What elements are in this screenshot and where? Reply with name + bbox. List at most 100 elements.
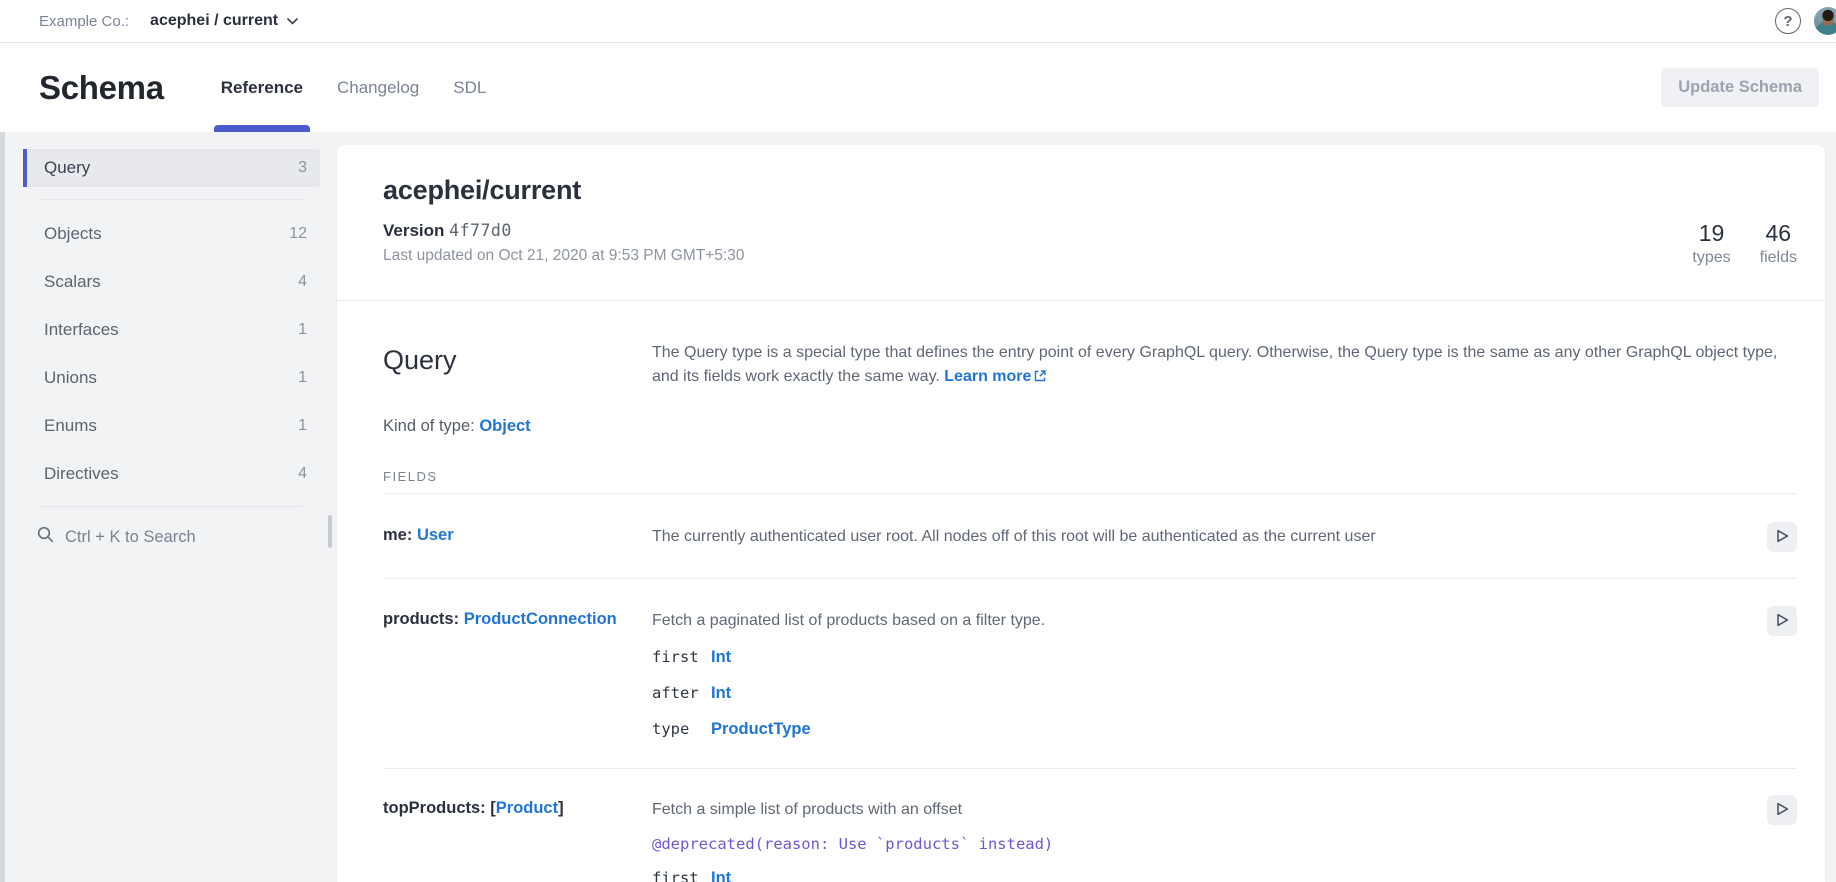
- sidebar-item-count: 4: [298, 273, 307, 291]
- query-type-section: Query The Query type is a special type t…: [337, 341, 1825, 882]
- stat-value: 46: [1760, 220, 1797, 247]
- sidebar-item-scalars[interactable]: Scalars 4: [23, 258, 320, 306]
- field-name: me:: [383, 526, 412, 544]
- field-name: products:: [383, 610, 459, 628]
- field-name: topProducts:: [383, 799, 486, 817]
- sidebar-item-count: 12: [289, 225, 307, 243]
- stat-label: fields: [1760, 249, 1797, 267]
- sidebar-item-count: 3: [298, 159, 307, 177]
- sidebar-item-label: Objects: [44, 224, 102, 244]
- sidebar-item-interfaces[interactable]: Interfaces 1: [23, 306, 320, 354]
- content-area: Query 3 Objects 12 Scalars 4 Interfaces …: [0, 132, 1836, 882]
- field-description: Fetch a paginated list of products based…: [652, 610, 1755, 632]
- field-body: Fetch a simple list of products with an …: [652, 799, 1755, 882]
- field-description: The currently authenticated user root. A…: [652, 526, 1755, 548]
- stat-types: 19 types: [1692, 220, 1730, 300]
- field-row-me: me: User The currently authenticated use…: [383, 494, 1797, 579]
- kind-value-link[interactable]: Object: [479, 417, 530, 435]
- type-head: Query The Query type is a special type t…: [383, 341, 1797, 390]
- argument-type-link[interactable]: Int: [711, 869, 731, 882]
- graph-title: acephei/current: [383, 175, 744, 206]
- field-name-cell: me: User: [383, 526, 652, 552]
- sidebar-item-label: Unions: [44, 368, 97, 388]
- field-name-cell: products: ProductConnection: [383, 610, 652, 739]
- argument-row: after Int: [652, 684, 1755, 703]
- version-row: Version 4f77d0: [383, 221, 744, 241]
- page-header: Schema Reference Changelog SDL Update Sc…: [0, 43, 1836, 132]
- sidebar-item-count: 4: [298, 465, 307, 483]
- user-avatar[interactable]: [1814, 7, 1836, 35]
- sidebar-item-label: Directives: [44, 464, 119, 484]
- argument-name: type: [652, 721, 711, 737]
- argument-row: first Int: [652, 869, 1755, 882]
- fields-section-label: FIELDS: [383, 469, 1797, 484]
- chevron-down-icon: [287, 12, 298, 30]
- sidebar-item-label: Query: [44, 158, 90, 178]
- field-name-cell: topProducts: [Product]: [383, 799, 652, 882]
- argument-name: after: [652, 685, 711, 701]
- stat-label: types: [1692, 249, 1730, 267]
- search-icon: [37, 526, 54, 548]
- scrollbar-thumb[interactable]: [328, 515, 332, 548]
- graph-selector-dropdown[interactable]: acephei / current: [150, 12, 298, 30]
- search-hint: Ctrl + K to Search: [65, 528, 196, 547]
- play-icon: [1776, 802, 1789, 819]
- sidebar-item-unions[interactable]: Unions 1: [23, 354, 320, 402]
- run-in-explorer-button[interactable]: [1767, 606, 1797, 636]
- sidebar-item-query[interactable]: Query 3: [23, 149, 320, 187]
- stat-fields: 46 fields: [1760, 220, 1797, 300]
- argument-name: first: [652, 870, 711, 882]
- field-type-link[interactable]: User: [417, 526, 454, 544]
- field-type-link[interactable]: ProductConnection: [464, 610, 617, 628]
- sidebar-item-directives[interactable]: Directives 4: [23, 450, 320, 498]
- sidebar-item-label: Interfaces: [44, 320, 119, 340]
- sidebar-item-objects[interactable]: Objects 12: [23, 210, 320, 258]
- field-description: Fetch a simple list of products with an …: [652, 799, 1755, 821]
- play-icon: [1776, 613, 1789, 630]
- argument-type-link[interactable]: Int: [711, 648, 731, 667]
- top-bar: Example Co.: acephei / current ?: [0, 0, 1836, 43]
- sidebar-divider: [40, 506, 303, 507]
- type-name: Query: [383, 345, 652, 376]
- tab-sdl[interactable]: SDL: [436, 43, 503, 132]
- help-icon[interactable]: ?: [1775, 8, 1801, 34]
- schema-search[interactable]: Ctrl + K to Search: [37, 526, 320, 548]
- last-updated-text: Last updated on Oct 21, 2020 at 9:53 PM …: [383, 247, 744, 265]
- kind-label: Kind of type:: [383, 417, 475, 435]
- schema-reference-card: acephei/current Version 4f77d0 Last upda…: [337, 145, 1825, 882]
- external-link-icon: [1034, 366, 1046, 390]
- tab-bar: Reference Changelog SDL: [204, 43, 504, 132]
- field-body: The currently authenticated user root. A…: [652, 526, 1755, 552]
- left-edge-strip: [0, 132, 5, 882]
- argument-type-link[interactable]: ProductType: [711, 720, 811, 739]
- type-description: The Query type is a special type that de…: [652, 341, 1797, 390]
- schema-stats: 19 types 46 fields: [1692, 220, 1797, 300]
- version-label: Version: [383, 221, 444, 240]
- field-row-top-products: topProducts: [Product] Fetch a simple li…: [383, 769, 1797, 882]
- run-in-explorer-button[interactable]: [1767, 522, 1797, 552]
- graph-selector-label: acephei / current: [150, 12, 278, 30]
- org-label: Example Co.:: [39, 13, 129, 30]
- version-value: 4f77d0: [449, 221, 512, 240]
- learn-more-link[interactable]: Learn more: [944, 368, 1046, 385]
- type-bracket-close: ]: [558, 799, 564, 817]
- sidebar-item-count: 1: [298, 417, 307, 435]
- tab-reference[interactable]: Reference: [204, 43, 320, 132]
- run-in-explorer-button[interactable]: [1767, 795, 1797, 825]
- topbar-right: ?: [1775, 7, 1836, 35]
- stat-value: 19: [1692, 220, 1730, 247]
- argument-row: first Int: [652, 648, 1755, 667]
- sidebar-item-enums[interactable]: Enums 1: [23, 402, 320, 450]
- argument-type-link[interactable]: Int: [711, 684, 731, 703]
- sidebar-divider: [40, 199, 303, 200]
- argument-row: type ProductType: [652, 720, 1755, 739]
- update-schema-button[interactable]: Update Schema: [1661, 68, 1819, 107]
- deprecated-annotation: @deprecated(reason: Use `products` inste…: [652, 836, 1755, 852]
- tab-changelog[interactable]: Changelog: [320, 43, 436, 132]
- schema-type-sidebar: Query 3 Objects 12 Scalars 4 Interfaces …: [23, 149, 320, 882]
- field-type-link[interactable]: Product: [496, 799, 558, 817]
- field-body: Fetch a paginated list of products based…: [652, 610, 1755, 739]
- sidebar-item-count: 1: [298, 321, 307, 339]
- graph-summary-left: acephei/current Version 4f77d0 Last upda…: [383, 175, 744, 300]
- page-title: Schema: [39, 69, 164, 107]
